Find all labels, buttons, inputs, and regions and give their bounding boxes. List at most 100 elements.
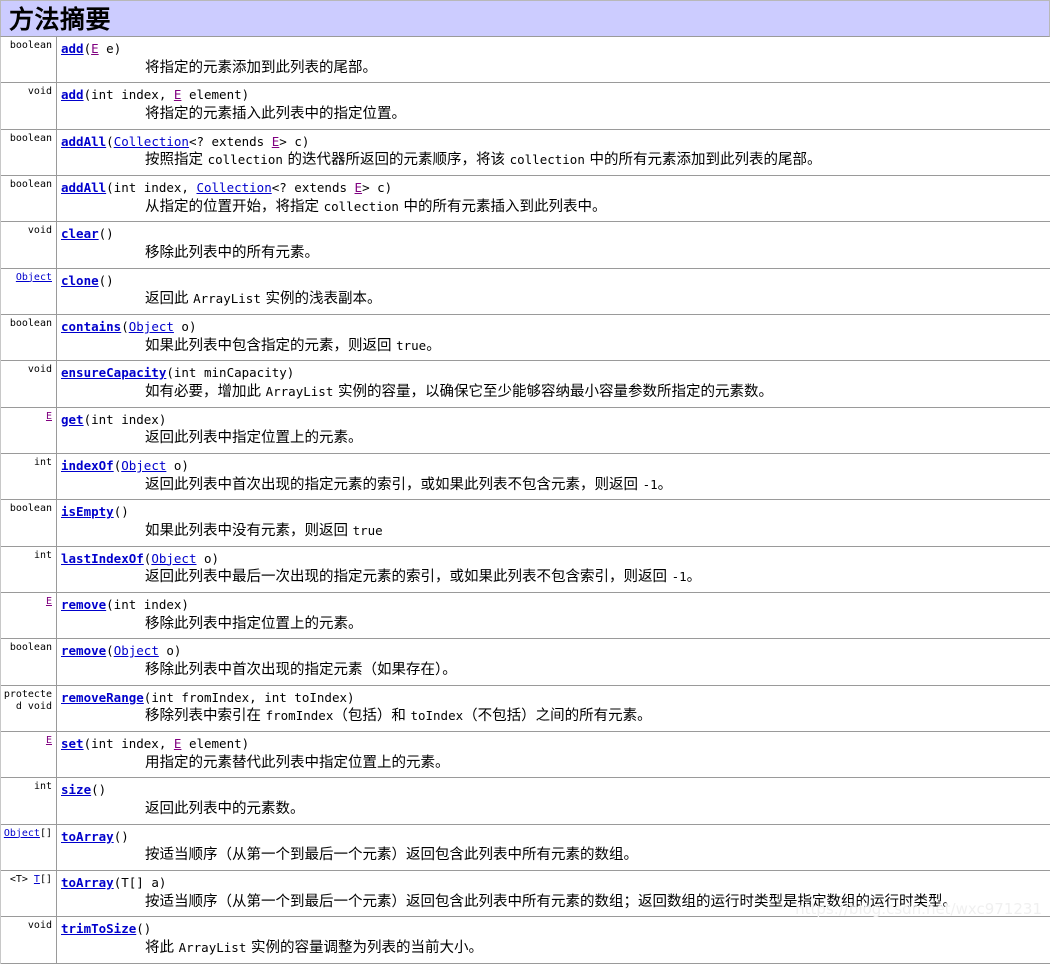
return-type-link[interactable]: Object bbox=[16, 272, 52, 283]
method-signature: contains(Object o) bbox=[61, 318, 1044, 336]
signature-text: ( bbox=[84, 41, 92, 56]
return-type-link[interactable]: Object bbox=[4, 828, 40, 839]
method-signature: toArray(T[] a) bbox=[61, 874, 1044, 892]
return-type-array-suffix: [] bbox=[40, 874, 52, 885]
method-name-link[interactable]: ensureCapacity bbox=[61, 365, 166, 380]
method-description: 如果此列表中包含指定的元素，则返回 true。 bbox=[145, 336, 1044, 357]
method-description: 按适当顺序（从第一个到最后一个元素）返回包含此列表中所有元素的数组；返回数组的运… bbox=[145, 892, 1044, 913]
method-cell: get(int index)返回此列表中指定位置上的元素。 bbox=[57, 407, 1050, 453]
param-type-link[interactable]: E bbox=[355, 180, 363, 195]
method-name-link[interactable]: trimToSize bbox=[61, 921, 136, 936]
signature-text: <? extends bbox=[272, 180, 355, 195]
signature-text: > c) bbox=[362, 180, 392, 195]
method-signature: get(int index) bbox=[61, 411, 1044, 429]
method-signature: isEmpty() bbox=[61, 503, 1044, 521]
return-type[interactable]: Object[] bbox=[4, 828, 52, 839]
method-description: 用指定的元素替代此列表中指定位置上的元素。 bbox=[145, 753, 1044, 774]
method-name-link[interactable]: lastIndexOf bbox=[61, 551, 144, 566]
method-cell: addAll(int index, Collection<? extends E… bbox=[57, 175, 1050, 221]
return-type[interactable]: E bbox=[46, 735, 52, 746]
method-name-link[interactable]: isEmpty bbox=[61, 504, 114, 519]
method-description: 将指定的元素添加到此列表的尾部。 bbox=[145, 58, 1044, 79]
return-type: void bbox=[28, 920, 52, 931]
signature-text: () bbox=[91, 782, 106, 797]
return-type-cell: boolean bbox=[1, 639, 57, 685]
inline-code: -1 bbox=[643, 477, 658, 492]
method-name-link[interactable]: indexOf bbox=[61, 458, 114, 473]
method-name-link[interactable]: remove bbox=[61, 597, 106, 612]
return-type: int bbox=[34, 550, 52, 561]
method-name-link[interactable]: size bbox=[61, 782, 91, 797]
param-type-link[interactable]: Object bbox=[114, 643, 159, 658]
return-type: int bbox=[34, 781, 52, 792]
signature-text: (int index) bbox=[84, 412, 167, 427]
return-type-array-suffix: [] bbox=[40, 828, 52, 839]
return-type: void bbox=[28, 225, 52, 236]
method-cell: toArray(T[] a)按适当顺序（从第一个到最后一个元素）返回包含此列表中… bbox=[57, 870, 1050, 916]
method-name-link[interactable]: toArray bbox=[61, 875, 114, 890]
param-type-link[interactable]: Object bbox=[129, 319, 174, 334]
return-type-link[interactable]: E bbox=[46, 596, 52, 607]
signature-text: element) bbox=[181, 736, 249, 751]
method-name-link[interactable]: addAll bbox=[61, 180, 106, 195]
param-type-link[interactable]: Collection bbox=[114, 134, 189, 149]
return-type-link[interactable]: E bbox=[46, 735, 52, 746]
table-row: booleanaddAll(Collection<? extends E> c)… bbox=[1, 129, 1050, 175]
method-cell: size()返回此列表中的元素数。 bbox=[57, 778, 1050, 824]
method-description: 移除此列表中指定位置上的元素。 bbox=[145, 614, 1044, 635]
method-name-link[interactable]: removeRange bbox=[61, 690, 144, 705]
method-name-link[interactable]: add bbox=[61, 87, 84, 102]
method-description: 按适当顺序（从第一个到最后一个元素）返回包含此列表中所有元素的数组。 bbox=[145, 845, 1044, 866]
param-type-link[interactable]: Object bbox=[121, 458, 166, 473]
method-cell: remove(int index)移除此列表中指定位置上的元素。 bbox=[57, 592, 1050, 638]
method-name-link[interactable]: clear bbox=[61, 226, 99, 241]
method-signature: ensureCapacity(int minCapacity) bbox=[61, 364, 1044, 382]
method-name-link[interactable]: remove bbox=[61, 643, 106, 658]
return-type-link[interactable]: E bbox=[46, 411, 52, 422]
return-type-generic-prefix: <T> bbox=[10, 874, 34, 885]
signature-text: () bbox=[99, 226, 114, 241]
return-type-cell: E bbox=[1, 592, 57, 638]
method-name-link[interactable]: toArray bbox=[61, 829, 114, 844]
signature-text: ( bbox=[106, 643, 114, 658]
method-name-link[interactable]: addAll bbox=[61, 134, 106, 149]
method-description: 如果此列表中没有元素，则返回 true bbox=[145, 521, 1044, 542]
param-type-link[interactable]: Object bbox=[151, 551, 196, 566]
signature-text: (int fromIndex, int toIndex) bbox=[144, 690, 355, 705]
method-signature: add(int index, E element) bbox=[61, 86, 1044, 104]
signature-text: () bbox=[114, 829, 129, 844]
return-type: boolean bbox=[10, 318, 52, 329]
page-title: 方法摘要 bbox=[9, 7, 111, 32]
inline-code: ArrayList bbox=[266, 384, 334, 399]
signature-text: () bbox=[136, 921, 151, 936]
method-cell: toArray() 按适当顺序（从第一个到最后一个元素）返回包含此列表中所有元素的… bbox=[57, 824, 1050, 870]
table-row: voidadd(int index, E element)将指定的元素插入此列表… bbox=[1, 83, 1050, 129]
method-cell: clone()返回此 ArrayList 实例的浅表副本。 bbox=[57, 268, 1050, 314]
table-row: booleanremove(Object o)移除此列表中首次出现的指定元素（如… bbox=[1, 639, 1050, 685]
signature-text: ( bbox=[121, 319, 129, 334]
method-name-link[interactable]: clone bbox=[61, 273, 99, 288]
method-name-link[interactable]: get bbox=[61, 412, 84, 427]
return-type: boolean bbox=[10, 179, 52, 190]
return-type-cell: boolean bbox=[1, 175, 57, 221]
return-type[interactable]: E bbox=[46, 411, 52, 422]
return-type[interactable]: <T> T[] bbox=[10, 874, 52, 885]
method-name-link[interactable]: add bbox=[61, 41, 84, 56]
param-type-link[interactable]: E bbox=[91, 41, 99, 56]
method-description: 移除此列表中首次出现的指定元素（如果存在）。 bbox=[145, 660, 1044, 681]
method-table-body: booleanadd(E e)将指定的元素添加到此列表的尾部。voidadd(i… bbox=[1, 37, 1050, 963]
return-type[interactable]: E bbox=[46, 596, 52, 607]
table-row: boolean contains(Object o)如果此列表中包含指定的元素，则… bbox=[1, 314, 1050, 360]
return-type-cell: int bbox=[1, 546, 57, 592]
signature-text: o) bbox=[196, 551, 219, 566]
signature-text: () bbox=[99, 273, 114, 288]
signature-text: () bbox=[114, 504, 129, 519]
param-type-link[interactable]: Collection bbox=[196, 180, 271, 195]
return-type[interactable]: Object bbox=[16, 272, 52, 283]
method-name-link[interactable]: set bbox=[61, 736, 84, 751]
method-name-link[interactable]: contains bbox=[61, 319, 121, 334]
table-row: Object[] toArray() 按适当顺序（从第一个到最后一个元素）返回包含此… bbox=[1, 824, 1050, 870]
method-signature: size() bbox=[61, 781, 1044, 799]
method-cell: indexOf(Object o)返回此列表中首次出现的指定元素的索引，或如果此… bbox=[57, 453, 1050, 499]
method-cell: add(int index, E element)将指定的元素插入此列表中的指定… bbox=[57, 83, 1050, 129]
